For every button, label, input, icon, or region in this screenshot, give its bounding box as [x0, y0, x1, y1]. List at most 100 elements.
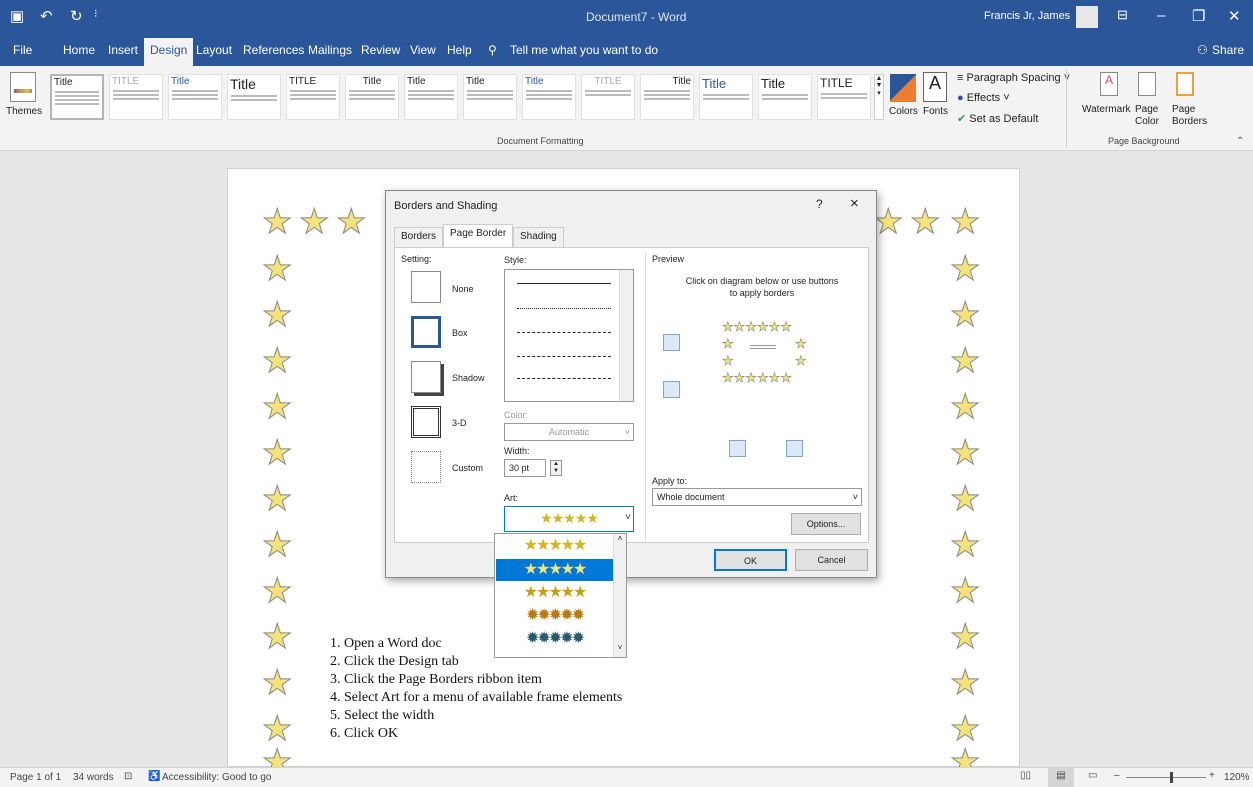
web-layout-icon[interactable]: ▭ [1088, 770, 1097, 781]
collapse-ribbon-icon[interactable]: ⌃ [1236, 136, 1244, 147]
gallery-scroll[interactable]: ▲ ▼ ▾ [874, 74, 884, 120]
close-window-icon[interactable]: ✕ [1228, 7, 1241, 25]
style-set-thumb[interactable]: Title [168, 74, 222, 120]
watermark-button[interactable]: Watermark [1082, 104, 1131, 115]
top-border-button[interactable] [663, 334, 680, 351]
proofing-icon[interactable]: ⊡ [124, 771, 132, 782]
accessibility-status[interactable]: Accessibility: Good to go [162, 772, 272, 783]
style-set-thumb[interactable]: Title [758, 74, 812, 120]
page-borders-button[interactable]: Page Borders [1172, 104, 1217, 128]
save-icon[interactable]: ▣ [10, 7, 24, 25]
style-option-dash-dot[interactable] [517, 378, 611, 379]
tab-mailings[interactable]: Mailings [308, 43, 352, 57]
undo-icon[interactable]: ↶ [40, 7, 53, 25]
style-option-dashed[interactable] [517, 332, 611, 333]
dialog-close-button[interactable]: × [850, 195, 859, 212]
tab-borders[interactable]: Borders [394, 227, 444, 247]
options-button[interactable]: Options... [791, 513, 861, 535]
tab-layout[interactable]: Layout [196, 43, 232, 57]
style-option-solid[interactable] [517, 283, 611, 284]
zoom-slider[interactable] [1126, 777, 1206, 778]
style-set-thumb[interactable]: Title [699, 74, 753, 120]
style-option-dashed-long[interactable] [517, 356, 611, 357]
setting-none-icon[interactable] [411, 271, 441, 303]
cancel-button[interactable]: Cancel [795, 549, 868, 571]
paragraph-spacing-button[interactable]: ≡ Paragraph Spacing ˅ [957, 72, 1070, 84]
customize-quick-access-icon[interactable]: ⁝ [94, 7, 98, 20]
user-name[interactable]: Francis Jr, James [984, 10, 1070, 22]
style-set-thumb[interactable]: Title [227, 74, 281, 120]
tell-me-search[interactable]: Tell me what you want to do [510, 43, 658, 57]
art-option[interactable]: ✹✹✹✹✹ [496, 628, 613, 650]
width-input[interactable]: 30 pt [504, 459, 546, 477]
art-option[interactable]: ★★★★★ [496, 535, 613, 557]
zoom-out-icon[interactable]: – [1114, 770, 1120, 781]
art-select[interactable]: ★★★★★ ˅ [504, 506, 634, 532]
share-button[interactable]: Share [1212, 43, 1244, 57]
style-set-thumb[interactable]: Title [50, 74, 104, 120]
help-button[interactable]: ? [816, 197, 823, 211]
setting-custom-icon[interactable] [411, 451, 441, 483]
color-select[interactable]: Automatic ˅ [504, 423, 634, 441]
tab-view[interactable]: View [410, 43, 436, 57]
minimize-icon[interactable]: – [1157, 7, 1165, 24]
style-list-scrollbar[interactable] [619, 270, 633, 401]
tab-review[interactable]: Review [361, 43, 400, 57]
style-set-thumb[interactable]: Title [345, 74, 399, 120]
preview-diagram[interactable]: ★★★★★★ ★ ★ ★ ★ ★★★★★★ [710, 313, 823, 405]
ribbon-display-options-icon[interactable]: ⊟ [1117, 7, 1128, 23]
zoom-in-icon[interactable]: + [1209, 770, 1215, 781]
set-as-default-button[interactable]: ✔ Set as Default [957, 112, 1038, 125]
style-set-thumb[interactable]: Title [404, 74, 458, 120]
style-set-thumb[interactable]: TITLE [581, 74, 635, 120]
style-set-thumb[interactable]: TITLE [817, 74, 871, 120]
setting-shadow[interactable]: Shadow [452, 373, 485, 383]
read-mode-icon[interactable]: ▯▯ [1020, 770, 1031, 781]
print-layout-icon[interactable]: ▤ [1048, 768, 1074, 787]
setting-3d-icon[interactable] [411, 406, 441, 438]
style-set-thumb[interactable]: TITLE [109, 74, 163, 120]
tab-page-border[interactable]: Page Border [443, 224, 514, 248]
word-count[interactable]: 34 words [73, 772, 114, 783]
setting-box[interactable]: Box [452, 328, 468, 338]
redo-icon[interactable]: ↻ [70, 7, 83, 25]
setting-3d[interactable]: 3-D [452, 418, 467, 428]
setting-custom[interactable]: Custom [452, 463, 483, 473]
art-option[interactable]: ★★★★★ [496, 582, 613, 604]
colors-button[interactable]: Colors [889, 106, 918, 117]
avatar[interactable] [1076, 6, 1098, 28]
share-icon[interactable]: ⚇ [1197, 43, 1208, 57]
restore-icon[interactable]: ❐ [1192, 7, 1205, 25]
tab-design[interactable]: Design [144, 38, 194, 66]
bottom-border-button[interactable] [663, 381, 680, 398]
fonts-button[interactable]: Fonts [923, 106, 948, 117]
tab-shading[interactable]: Shading [513, 227, 564, 247]
themes-button[interactable]: Themes [6, 72, 42, 124]
ok-button[interactable]: OK [714, 549, 787, 571]
style-option-dotted[interactable] [517, 308, 611, 309]
style-set-thumb[interactable]: Title [640, 74, 694, 120]
style-list[interactable] [504, 269, 634, 402]
art-list-scrollbar[interactable]: ˄ ˅ [613, 534, 626, 657]
effects-button[interactable]: ● Effects ˅ [957, 92, 1010, 104]
art-dropdown-list[interactable]: ★★★★★ ★★★★★ ★★★★★ ✹✹✹✹✹ ✹✹✹✹✹ ˄ ˅ [494, 533, 627, 658]
tab-file[interactable]: File [13, 43, 32, 57]
right-border-button[interactable] [786, 440, 803, 457]
art-option[interactable]: ✹✹✹✹✹ [496, 605, 613, 627]
tab-insert[interactable]: Insert [108, 43, 138, 57]
left-border-button[interactable] [729, 440, 746, 457]
zoom-level[interactable]: 120% [1224, 772, 1250, 783]
art-option-selected[interactable]: ★★★★★ [496, 559, 613, 581]
style-set-thumb[interactable]: Title [522, 74, 576, 120]
style-set-thumb[interactable]: Title [463, 74, 517, 120]
setting-box-icon[interactable] [411, 316, 441, 348]
width-spinner-icon[interactable]: ▲ ▼ [550, 460, 562, 476]
tab-references[interactable]: References [243, 43, 304, 57]
setting-none[interactable]: None [452, 284, 474, 294]
tab-home[interactable]: Home [63, 43, 95, 57]
setting-shadow-icon[interactable] [411, 361, 441, 393]
zoom-slider-handle[interactable] [1170, 772, 1173, 783]
apply-to-select[interactable]: Whole document ˅ [652, 488, 862, 506]
page-count[interactable]: Page 1 of 1 [10, 772, 61, 783]
tab-help[interactable]: Help [447, 43, 472, 57]
